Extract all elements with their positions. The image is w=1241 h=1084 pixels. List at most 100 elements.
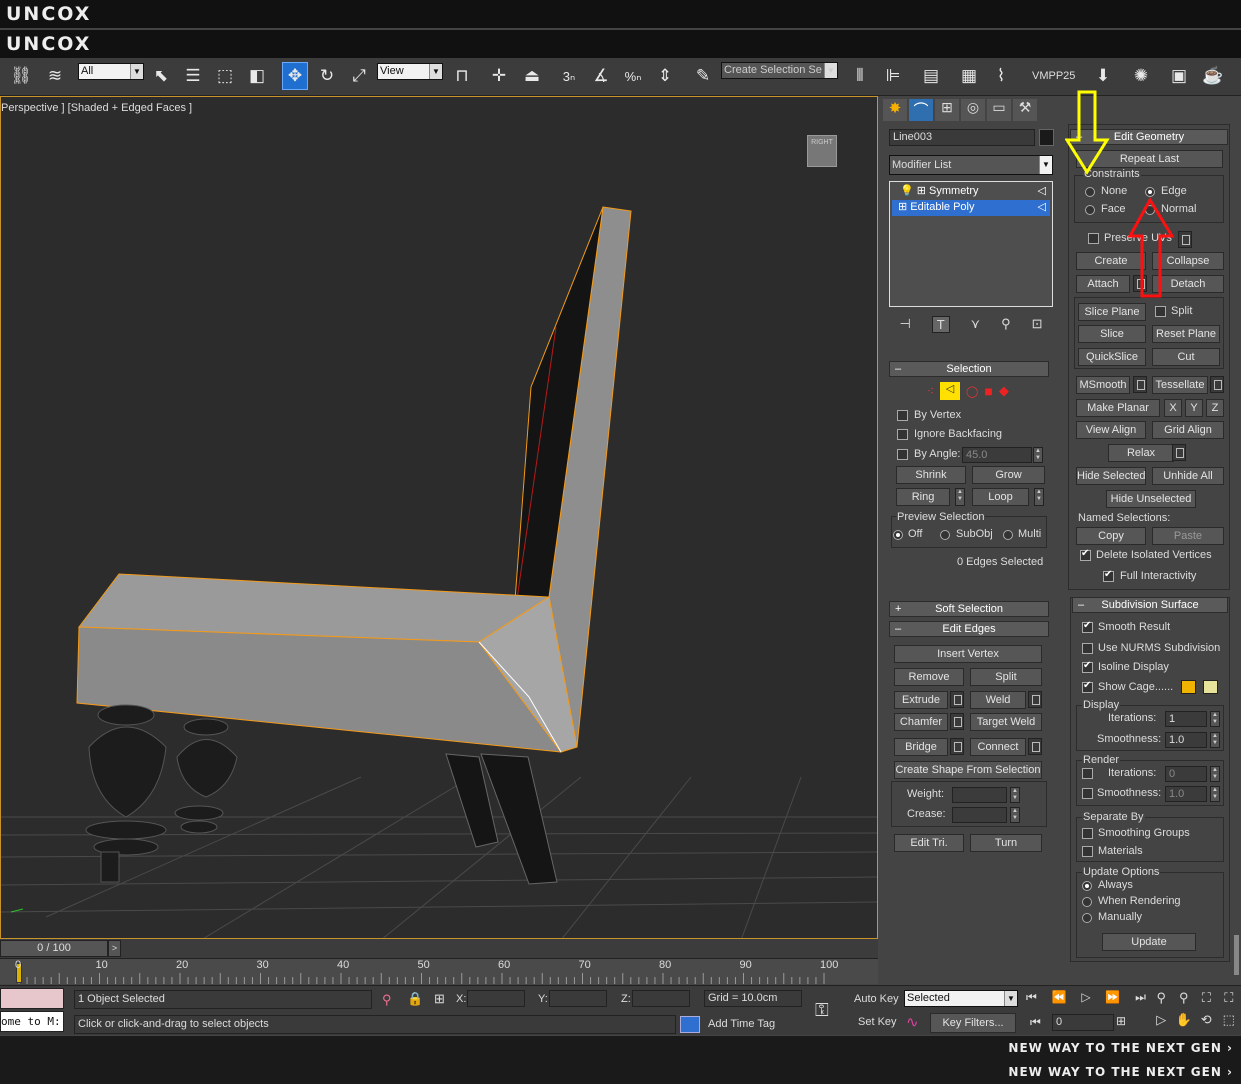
- angle-snap-icon[interactable]: ∡: [588, 62, 614, 90]
- planar-z-button[interactable]: Z: [1206, 399, 1224, 417]
- bridge-settings-icon[interactable]: [950, 738, 964, 755]
- layer-manager-icon[interactable]: ▤: [918, 62, 944, 90]
- set-key-button[interactable]: Set Key: [858, 1016, 897, 1028]
- render-frame-icon[interactable]: ▣: [1166, 62, 1192, 90]
- maximize-viewport-icon[interactable]: ⬚: [1218, 1012, 1241, 1034]
- track-bar[interactable]: 0 10 20 30 40 50 60 70 80 90 100: [0, 958, 878, 984]
- render-icon[interactable]: ☕: [1200, 62, 1226, 90]
- scene-explorer-icon[interactable]: ▦: [956, 62, 982, 90]
- curve-editor-icon[interactable]: ⌇: [988, 62, 1014, 90]
- x-coord-field[interactable]: [467, 990, 525, 1007]
- object-color-swatch[interactable]: [1039, 129, 1054, 146]
- isoline-checkbox[interactable]: [1082, 660, 1093, 673]
- ring-button[interactable]: Ring: [896, 488, 950, 506]
- preserve-uvs-checkbox[interactable]: [1088, 233, 1099, 244]
- render-setup-icon[interactable]: ⬇: [1090, 62, 1116, 90]
- crease-spinner[interactable]: [952, 807, 1007, 823]
- connect-button[interactable]: Connect: [970, 738, 1026, 756]
- update-when-rendering-radio[interactable]: [1082, 897, 1092, 907]
- slice-plane-button[interactable]: Slice Plane: [1078, 303, 1146, 321]
- grid-align-button[interactable]: Grid Align: [1152, 421, 1224, 439]
- loop-spinner[interactable]: ▲ ▼: [1034, 488, 1044, 506]
- render-iterations-arrows[interactable]: ▲ ▼: [1210, 766, 1220, 782]
- mirror-icon[interactable]: ⫴: [847, 62, 873, 90]
- relax-button[interactable]: Relax: [1108, 444, 1174, 462]
- weight-spinner[interactable]: [952, 787, 1007, 803]
- select-object-icon[interactable]: ⬉: [148, 62, 174, 90]
- unlink-icon[interactable]: ≋: [42, 62, 68, 90]
- cage-color-2[interactable]: [1203, 680, 1218, 694]
- slice-button[interactable]: Slice: [1078, 325, 1146, 343]
- edge-mode-icon[interactable]: ◁: [940, 382, 961, 400]
- use-nurms-checkbox[interactable]: [1082, 643, 1093, 654]
- maxscript-mini-listener[interactable]: ome to M:: [0, 1011, 64, 1032]
- key-filters-button[interactable]: Key Filters...: [930, 1013, 1016, 1033]
- copy-button[interactable]: Copy: [1076, 527, 1146, 545]
- create-shape-button[interactable]: Create Shape From Selection: [894, 761, 1042, 779]
- edit-tri-button[interactable]: Edit Tri.: [894, 834, 964, 852]
- delete-isolated-checkbox[interactable]: [1080, 548, 1091, 561]
- quickslice-button[interactable]: QuickSlice: [1078, 348, 1146, 366]
- weld-settings-icon[interactable]: [1028, 691, 1042, 708]
- by-angle-spinner[interactable]: 45.0: [962, 447, 1032, 463]
- weight-spinner-arrows[interactable]: ▲ ▼: [1010, 787, 1020, 803]
- rect-selection-icon[interactable]: ⬚: [212, 62, 238, 90]
- bridge-button[interactable]: Bridge: [894, 738, 948, 756]
- time-tag-icon[interactable]: [680, 1016, 700, 1033]
- ref-coord-dropdown[interactable]: View ▼: [377, 63, 443, 80]
- next-frame-arrow-icon[interactable]: >: [108, 940, 121, 957]
- key-tangent-icon[interactable]: ∿: [906, 1013, 919, 1031]
- smooth-result-checkbox[interactable]: [1082, 620, 1093, 633]
- configure-sets-icon[interactable]: ⊡: [1032, 316, 1043, 332]
- insert-vertex-button[interactable]: Insert Vertex: [894, 645, 1042, 663]
- preview-multi-radio[interactable]: [1003, 530, 1013, 540]
- zoom-extents-icon[interactable]: ⛶: [1195, 990, 1218, 1012]
- edit-edges-rollout-header[interactable]: – Edit Edges: [889, 621, 1049, 637]
- target-weld-button[interactable]: Target Weld: [970, 713, 1042, 731]
- snap-toggle-icon[interactable]: 3ₙ: [556, 62, 582, 90]
- stack-item-editable-poly[interactable]: ⊞ Editable Poly ◁: [892, 200, 1050, 216]
- goto-end-icon[interactable]: ⏭: [1135, 990, 1146, 1008]
- fov-icon[interactable]: ▷: [1150, 1012, 1173, 1034]
- soft-selection-rollout-header[interactable]: + Soft Selection: [889, 601, 1049, 617]
- spinner-snap-icon[interactable]: ⇕: [652, 62, 678, 90]
- render-smoothness-arrows[interactable]: ▲ ▼: [1210, 786, 1220, 802]
- command-panel-scrollbar[interactable]: [1234, 935, 1239, 975]
- grow-button[interactable]: Grow: [972, 466, 1045, 484]
- play-icon[interactable]: ▷: [1081, 990, 1090, 1008]
- y-coord-field[interactable]: [549, 990, 607, 1007]
- named-selection-dropdown[interactable]: Create Selection Se ▼: [721, 62, 838, 79]
- chamfer-button[interactable]: Chamfer: [894, 713, 948, 731]
- materials-checkbox[interactable]: [1082, 846, 1093, 857]
- vertex-mode-icon[interactable]: ⁖: [927, 384, 934, 398]
- auto-key-button[interactable]: Auto Key: [854, 993, 899, 1005]
- keyboard-shortcut-icon[interactable]: ⏏: [519, 62, 545, 90]
- show-cage-checkbox[interactable]: [1082, 680, 1093, 693]
- prev-frame-icon[interactable]: ⏪: [1052, 990, 1067, 1008]
- reset-plane-button[interactable]: Reset Plane: [1152, 325, 1220, 343]
- show-end-result-icon[interactable]: T: [931, 315, 950, 333]
- pivot-icon[interactable]: ⊓: [449, 62, 475, 90]
- make-planar-button[interactable]: Make Planar: [1076, 399, 1160, 417]
- remove-modifier-icon[interactable]: ⚲: [1001, 316, 1011, 332]
- selection-filter-dropdown[interactable]: All ▼: [78, 63, 144, 80]
- display-smoothness-spinner[interactable]: 1.0: [1165, 732, 1207, 748]
- relax-settings-icon[interactable]: [1172, 444, 1186, 461]
- turn-button[interactable]: Turn: [970, 834, 1042, 852]
- shrink-button[interactable]: Shrink: [896, 466, 966, 484]
- display-iterations-spinner[interactable]: 1: [1165, 711, 1207, 727]
- maxscript-listener-pink[interactable]: [0, 988, 64, 1009]
- element-mode-icon[interactable]: ◆: [999, 383, 1009, 399]
- constraint-face-radio[interactable]: [1085, 205, 1095, 215]
- key-icon[interactable]: ⚿: [815, 1000, 829, 1021]
- render-iterations-checkbox[interactable]: [1082, 768, 1093, 779]
- display-tab-icon[interactable]: ▭: [987, 99, 1011, 121]
- planar-x-button[interactable]: X: [1164, 399, 1182, 417]
- edit-named-sel-icon[interactable]: ✎: [690, 62, 716, 90]
- tessellate-settings-icon[interactable]: [1210, 376, 1224, 393]
- by-angle-checkbox[interactable]: [897, 449, 908, 460]
- view-align-button[interactable]: View Align: [1076, 421, 1146, 439]
- extrude-button[interactable]: Extrude: [894, 691, 948, 709]
- constraint-none-radio[interactable]: [1085, 187, 1095, 197]
- chamfer-settings-icon[interactable]: [950, 713, 964, 730]
